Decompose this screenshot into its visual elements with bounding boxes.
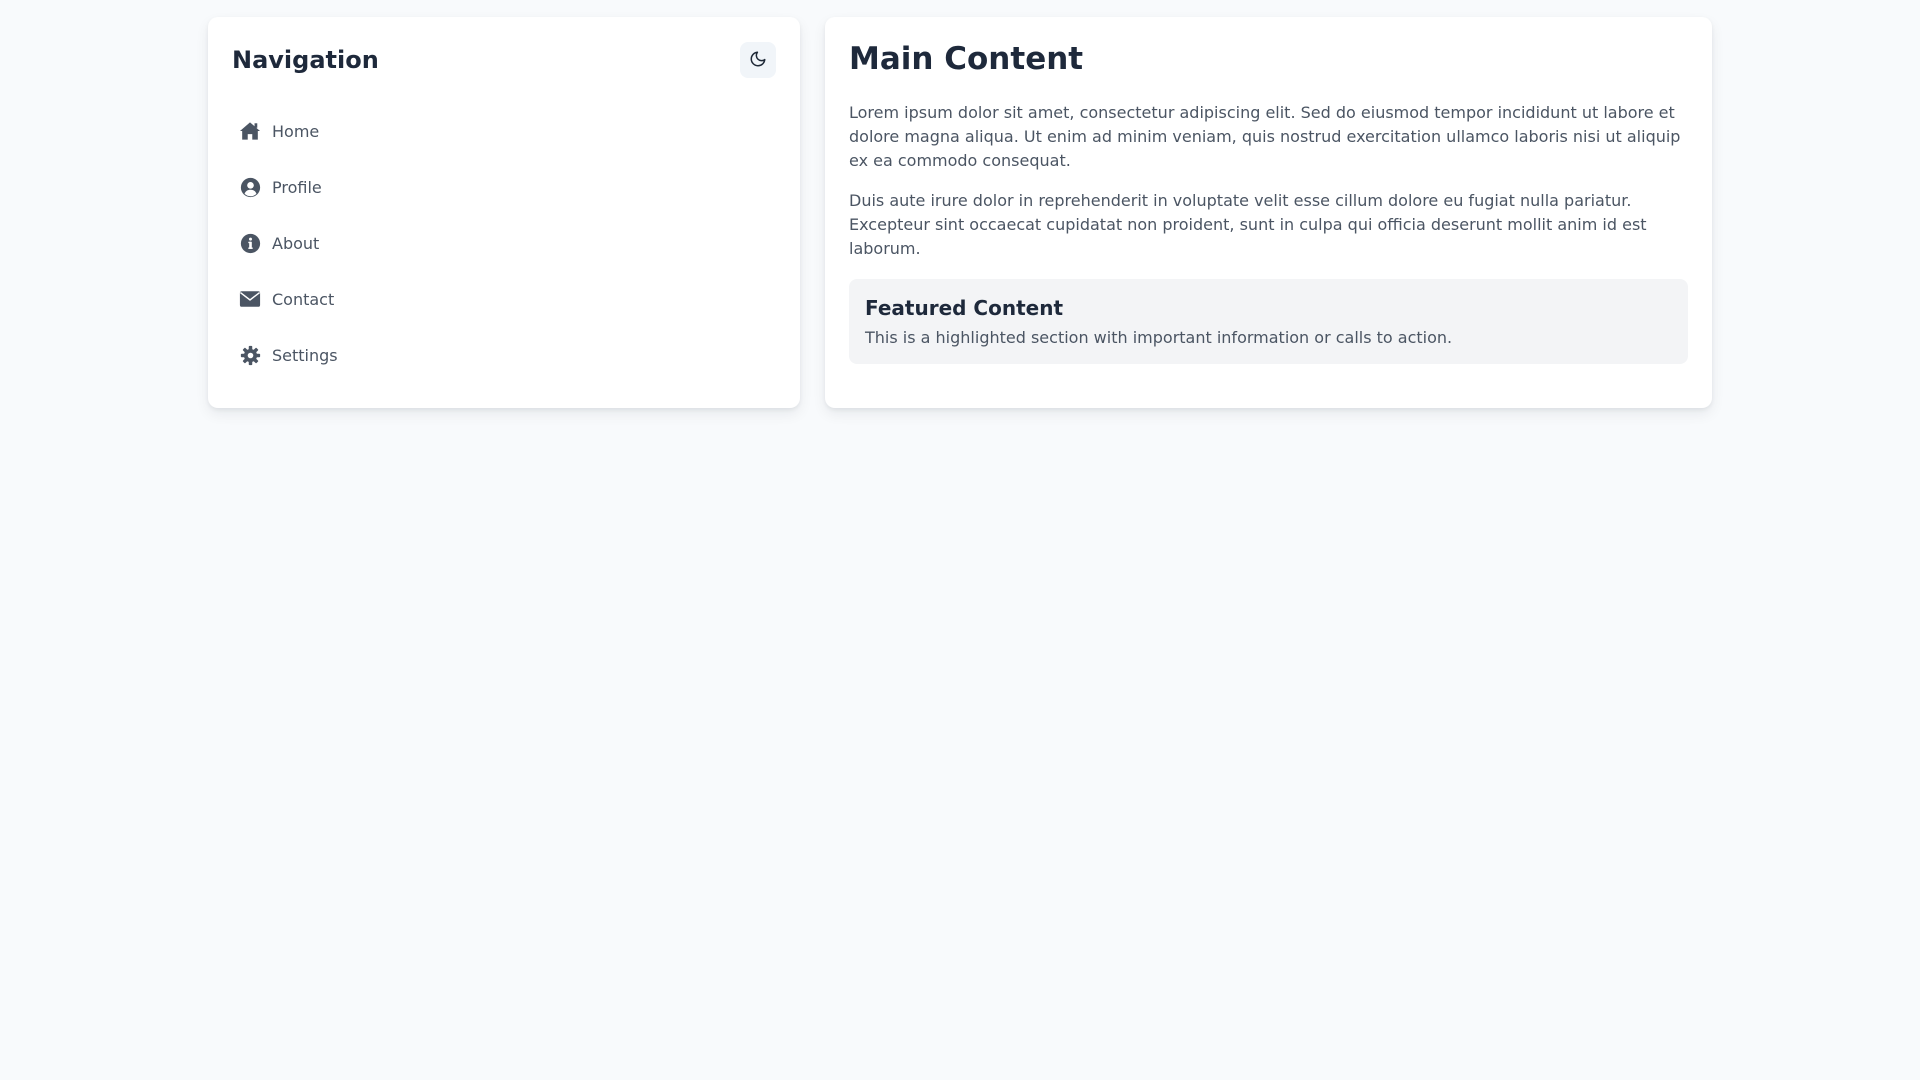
nav-item-label: Settings bbox=[272, 345, 338, 365]
main-content-card: Main Content Lorem ipsum dolor sit amet,… bbox=[825, 17, 1712, 408]
featured-section: Featured Content This is a highlighted s… bbox=[849, 279, 1688, 365]
nav-item-label: Profile bbox=[272, 177, 322, 197]
nav-item-home[interactable]: Home bbox=[232, 103, 776, 159]
featured-title: Featured Content bbox=[865, 296, 1063, 321]
nav-item-about[interactable]: About bbox=[232, 215, 776, 271]
main-paragraph: Duis aute irure dolor in reprehenderit i… bbox=[849, 191, 1647, 259]
page-layout: Navigation Home Profile About Contact Se… bbox=[208, 17, 1712, 408]
moon-icon bbox=[749, 50, 767, 71]
info-circle-icon bbox=[239, 232, 261, 254]
nav-item-profile[interactable]: Profile bbox=[232, 159, 776, 215]
navigation-card: Navigation Home Profile About Contact Se… bbox=[208, 17, 800, 408]
nav-item-label: About bbox=[272, 233, 320, 253]
envelope-icon bbox=[239, 288, 261, 310]
nav-item-label: Contact bbox=[272, 289, 335, 309]
gear-icon bbox=[239, 344, 261, 366]
featured-text: This is a highlighted section with impor… bbox=[865, 328, 1453, 348]
main-title: Main Content bbox=[849, 41, 1084, 77]
nav-item-settings[interactable]: Settings bbox=[232, 327, 776, 383]
navigation-header: Navigation bbox=[232, 41, 776, 79]
theme-toggle-button[interactable] bbox=[740, 42, 776, 78]
user-circle-icon bbox=[239, 176, 261, 198]
nav-item-label: Home bbox=[272, 121, 320, 141]
home-icon bbox=[239, 120, 261, 142]
navigation-list: Home Profile About Contact Settings bbox=[232, 103, 776, 383]
main-paragraph: Lorem ipsum dolor sit amet, consectetur … bbox=[849, 103, 1681, 171]
nav-item-contact[interactable]: Contact bbox=[232, 271, 776, 327]
navigation-title: Navigation bbox=[232, 46, 379, 74]
